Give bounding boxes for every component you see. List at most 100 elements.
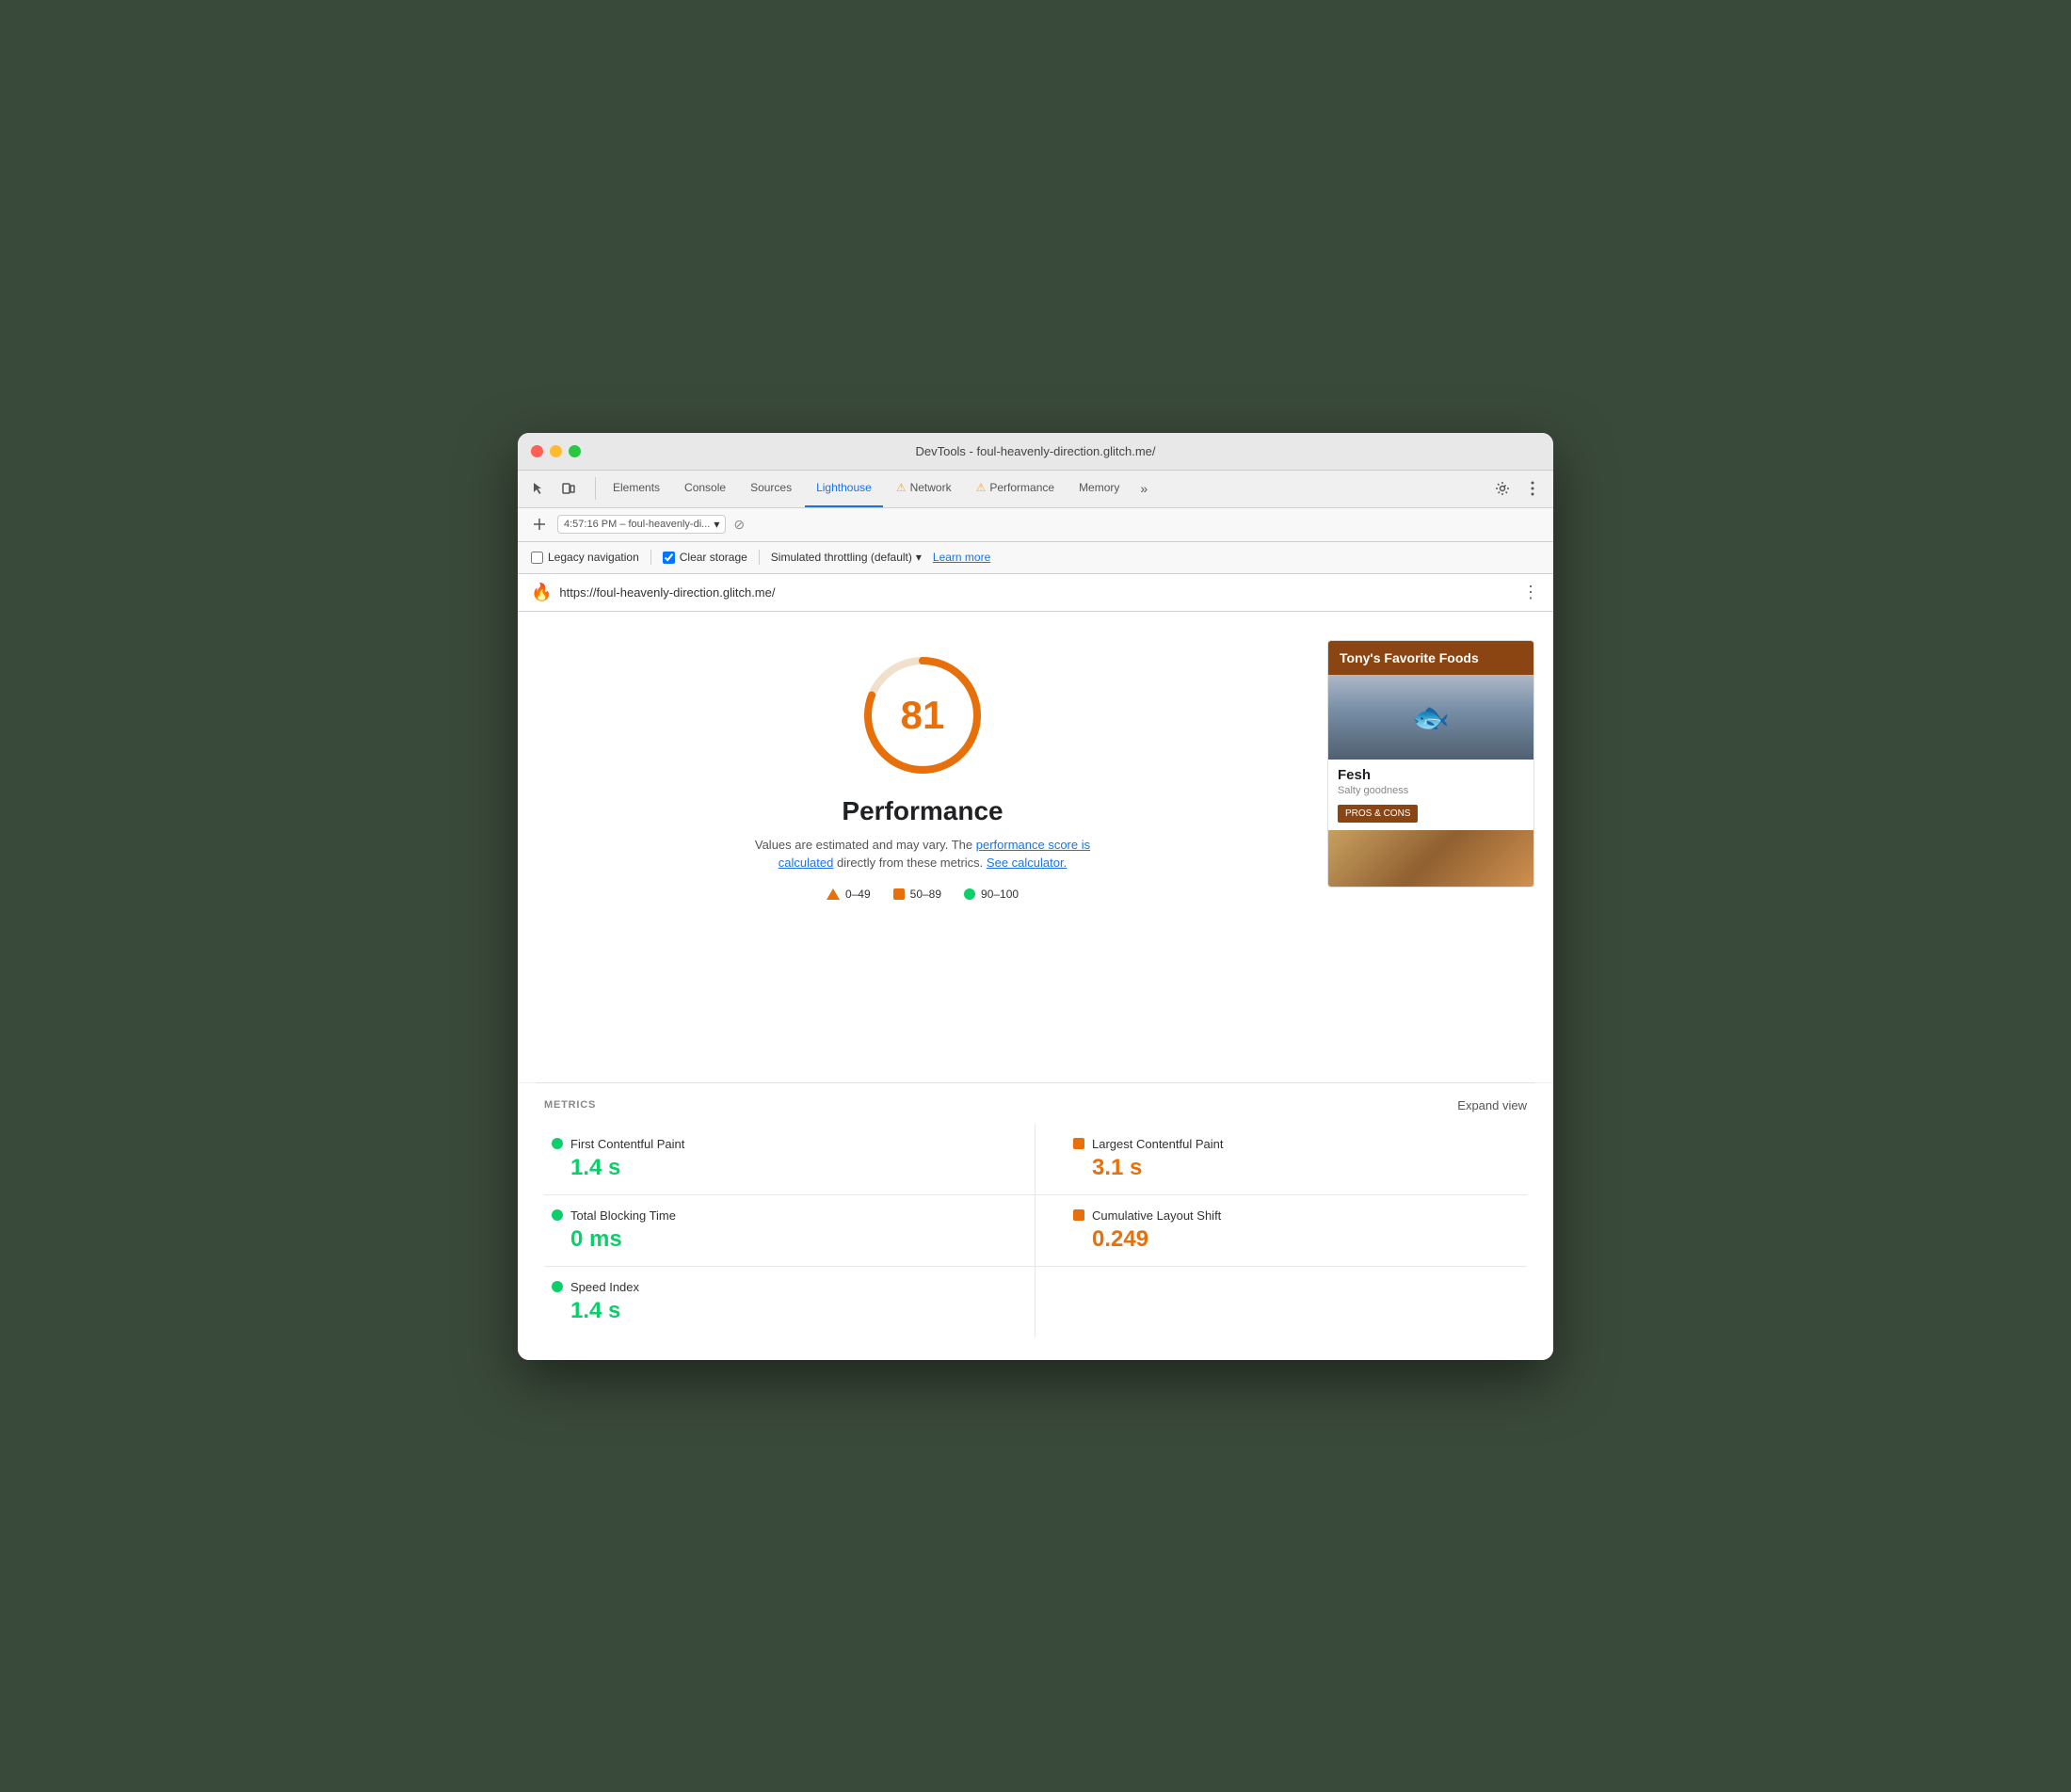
lcp-label: Largest Contentful Paint xyxy=(1092,1137,1223,1151)
score-value: 81 xyxy=(901,693,945,738)
options-separator xyxy=(650,550,651,565)
session-selector[interactable]: 4:57:16 PM – foul-heavenly-di... ▾ xyxy=(557,515,726,534)
cls-status-indicator xyxy=(1073,1209,1084,1221)
site-icon: 🔥 xyxy=(531,583,552,602)
url-menu-button[interactable]: ⋮ xyxy=(1522,583,1540,602)
fcp-value: 1.4 s xyxy=(552,1155,997,1181)
legend-moderate: 50–89 xyxy=(893,888,941,901)
metric-cls-header: Cumulative Layout Shift xyxy=(1073,1208,1519,1223)
si-status-indicator xyxy=(552,1281,563,1292)
expand-view-button[interactable]: Expand view xyxy=(1457,1098,1527,1112)
preview-card-body: 🐟 Fesh Salty goodness PROS & CONS xyxy=(1328,675,1533,887)
metrics-grid: First Contentful Paint 1.4 s Largest Con… xyxy=(544,1124,1527,1337)
preview-content: Fesh Salty goodness PROS & CONS xyxy=(1328,760,1533,830)
tbt-value: 0 ms xyxy=(552,1226,997,1253)
throttle-dropdown-arrow: ▾ xyxy=(916,551,922,564)
tab-console[interactable]: Console xyxy=(673,470,737,507)
tbt-label: Total Blocking Time xyxy=(570,1208,676,1223)
metric-tbt-header: Total Blocking Time xyxy=(552,1208,997,1223)
options-bar: Legacy navigation Clear storage Simulate… xyxy=(518,542,1553,574)
metrics-title: METRICS xyxy=(544,1099,596,1111)
preview-food-image: 🐟 xyxy=(1328,675,1533,760)
add-session-button[interactable] xyxy=(529,514,550,535)
learn-more-link[interactable]: Learn more xyxy=(933,551,990,564)
metric-si-header: Speed Index xyxy=(552,1280,997,1294)
more-tabs-button[interactable]: » xyxy=(1132,475,1155,502)
score-title: Performance xyxy=(842,796,1003,826)
clear-storage-checkbox[interactable] xyxy=(663,552,675,564)
metric-fcp: First Contentful Paint 1.4 s xyxy=(544,1124,1036,1195)
tab-lighthouse[interactable]: Lighthouse xyxy=(805,470,883,507)
device-icon xyxy=(561,481,576,496)
pros-cons-button[interactable]: PROS & CONS xyxy=(1338,805,1418,823)
legacy-navigation-checkbox[interactable] xyxy=(531,552,543,564)
device-toggle-button[interactable] xyxy=(555,475,582,502)
fish-visual: 🐟 xyxy=(1328,675,1533,760)
settings-button[interactable] xyxy=(1489,475,1516,502)
more-options-button[interactable] xyxy=(1519,475,1546,502)
block-icon[interactable]: ⊘ xyxy=(733,517,745,533)
food-name: Fesh xyxy=(1338,767,1524,783)
three-dots-icon xyxy=(1531,481,1534,496)
score-circle: 81 xyxy=(857,649,988,781)
fcp-status-indicator xyxy=(552,1138,563,1149)
preview-card: Tony's Favorite Foods 🐟 Fesh Salty goodn… xyxy=(1327,640,1534,888)
toolbar-right xyxy=(1489,475,1546,502)
close-button[interactable] xyxy=(531,445,543,457)
triangle-icon xyxy=(827,888,840,900)
legend-good: 90–100 xyxy=(964,888,1019,901)
tab-performance[interactable]: ⚠ Performance xyxy=(965,470,1066,507)
inspect-element-button[interactable] xyxy=(525,475,552,502)
gear-icon xyxy=(1495,481,1510,496)
tab-sources[interactable]: Sources xyxy=(739,470,803,507)
food-description: Salty goodness xyxy=(1338,785,1524,796)
plus-icon xyxy=(533,518,546,531)
session-dropdown-arrow: ▾ xyxy=(714,518,719,531)
traffic-lights xyxy=(531,445,581,457)
tab-elements[interactable]: Elements xyxy=(602,470,671,507)
window-title: DevTools - foul-heavenly-direction.glitc… xyxy=(915,444,1155,458)
options-separator-2 xyxy=(759,550,760,565)
metric-lcp: Largest Contentful Paint 3.1 s xyxy=(1036,1124,1527,1195)
tbt-status-indicator xyxy=(552,1209,563,1221)
toolbar: Elements Console Sources Lighthouse ⚠ Ne… xyxy=(518,471,1553,508)
calculator-link[interactable]: See calculator. xyxy=(987,856,1067,870)
lcp-status-indicator xyxy=(1073,1138,1084,1149)
metric-si: Speed Index 1.4 s xyxy=(544,1267,1036,1337)
main-content: 81 Performance Values are estimated and … xyxy=(518,612,1553,1082)
tab-memory[interactable]: Memory xyxy=(1068,470,1131,507)
session-label: 4:57:16 PM – foul-heavenly-di... xyxy=(564,519,710,530)
score-legend: 0–49 50–89 90–100 xyxy=(827,888,1019,901)
performance-warning-icon: ⚠ xyxy=(976,481,987,494)
tab-network[interactable]: ⚠ Network xyxy=(885,470,963,507)
network-warning-icon: ⚠ xyxy=(896,481,907,494)
square-icon xyxy=(893,888,905,900)
si-label: Speed Index xyxy=(570,1280,639,1294)
metric-tbt: Total Blocking Time 0 ms xyxy=(544,1195,1036,1267)
cls-label: Cumulative Layout Shift xyxy=(1092,1208,1221,1223)
metric-cls: Cumulative Layout Shift 0.249 xyxy=(1036,1195,1527,1267)
sub-toolbar: 4:57:16 PM – foul-heavenly-di... ▾ ⊘ xyxy=(518,508,1553,542)
clear-storage-label[interactable]: Clear storage xyxy=(663,551,747,564)
legacy-navigation-label[interactable]: Legacy navigation xyxy=(531,551,639,564)
legend-poor: 0–49 xyxy=(827,888,871,901)
minimize-button[interactable] xyxy=(550,445,562,457)
si-value: 1.4 s xyxy=(552,1298,997,1324)
url-bar: 🔥 https://foul-heavenly-direction.glitch… xyxy=(518,574,1553,612)
score-section: 81 Performance Values are estimated and … xyxy=(537,631,1308,1064)
title-bar: DevTools - foul-heavenly-direction.glitc… xyxy=(518,433,1553,471)
preview-card-header: Tony's Favorite Foods xyxy=(1328,641,1533,675)
circle-icon xyxy=(964,888,975,900)
metrics-section: METRICS Expand view First Contentful Pai… xyxy=(518,1083,1553,1360)
lcp-value: 3.1 s xyxy=(1073,1155,1519,1181)
metrics-header: METRICS Expand view xyxy=(544,1098,1527,1112)
throttling-select[interactable]: Simulated throttling (default) ▾ xyxy=(771,551,922,564)
cursor-icon xyxy=(531,481,546,496)
preview-image-2 xyxy=(1328,830,1533,887)
metric-fcp-header: First Contentful Paint xyxy=(552,1137,997,1151)
metric-lcp-header: Largest Contentful Paint xyxy=(1073,1137,1519,1151)
fcp-label: First Contentful Paint xyxy=(570,1137,684,1151)
toolbar-separator xyxy=(595,477,596,500)
devtools-window: DevTools - foul-heavenly-direction.glitc… xyxy=(518,433,1553,1360)
maximize-button[interactable] xyxy=(569,445,581,457)
